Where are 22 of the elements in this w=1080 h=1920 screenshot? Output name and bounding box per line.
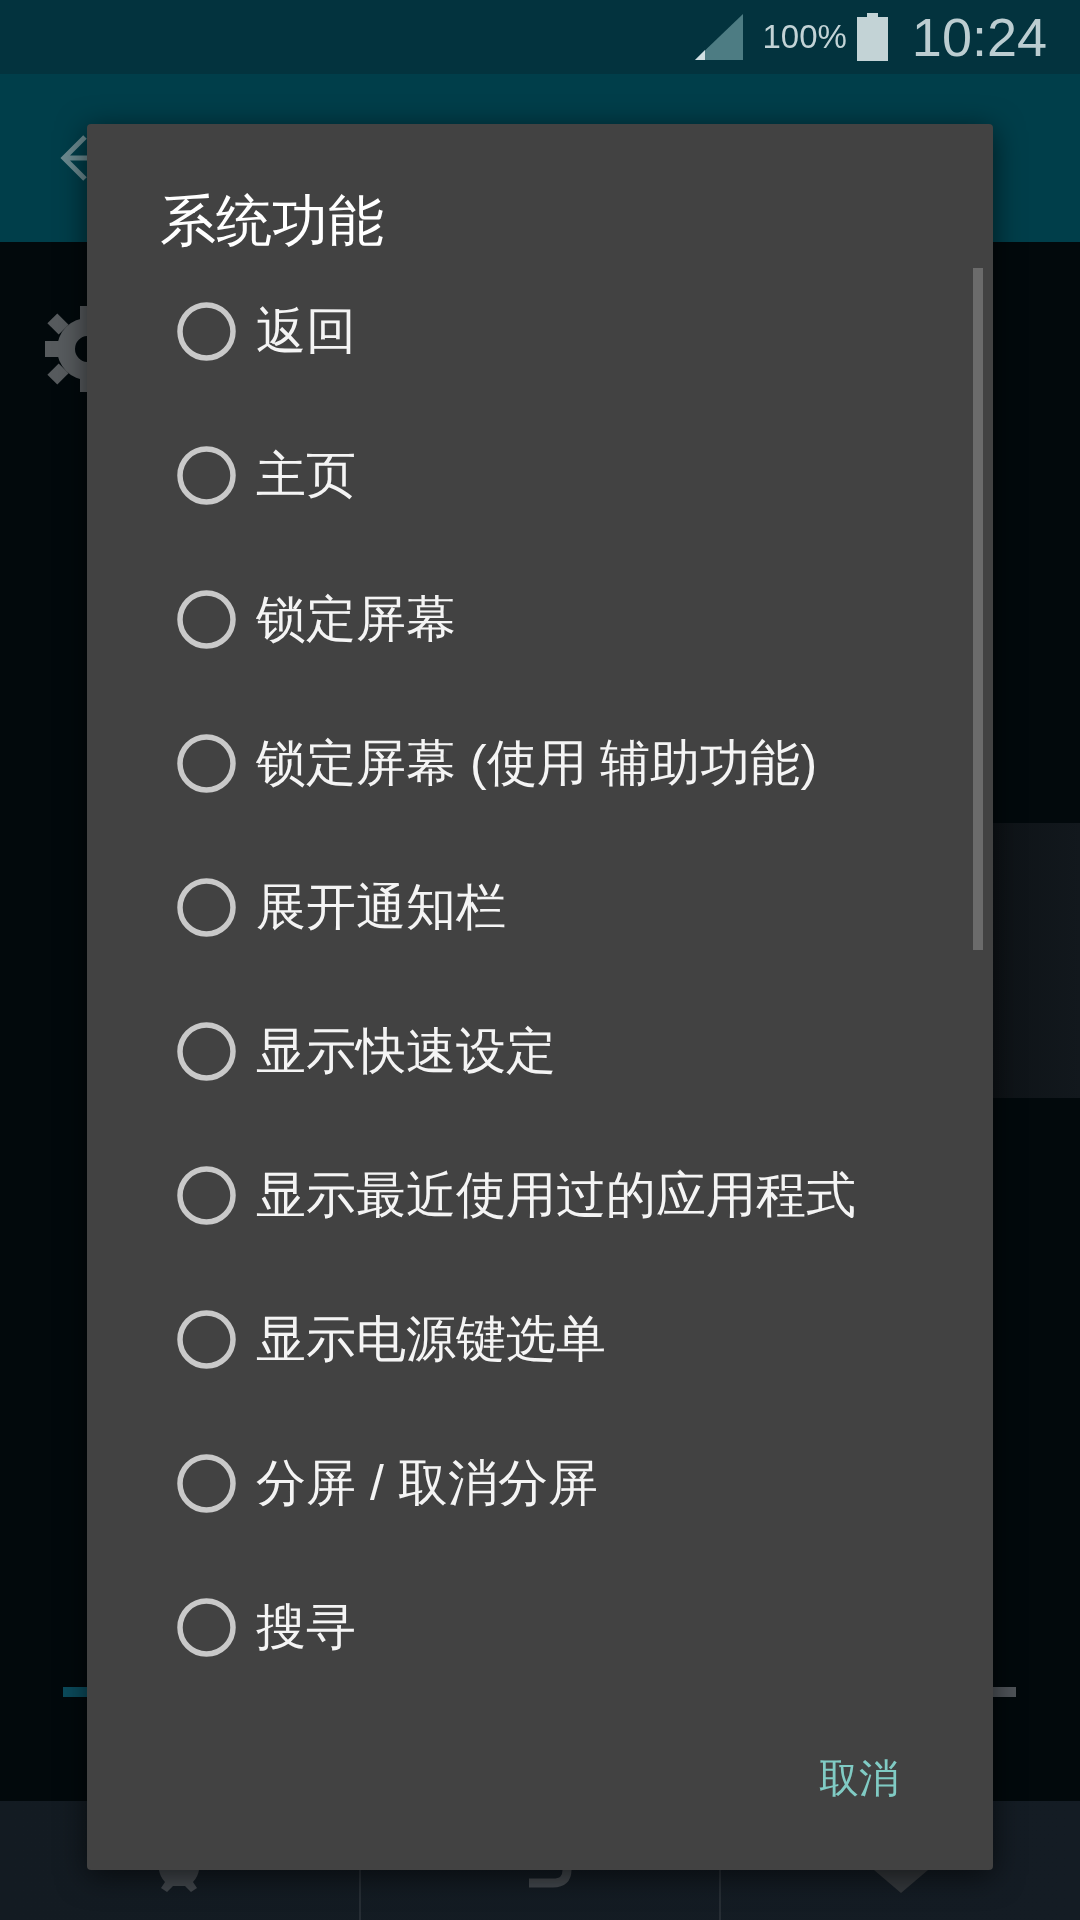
curve-icon[interactable] [527, 1870, 573, 1888]
radio-option[interactable]: 主页 [177, 441, 356, 509]
cancel-button[interactable]: 取消 [795, 1724, 923, 1832]
radio-option[interactable]: 显示快速设定 [177, 1017, 556, 1085]
slider-track [993, 1687, 1016, 1697]
slider-fill [63, 1687, 87, 1697]
triangle-icon[interactable] [873, 1870, 928, 1893]
battery-percent: 100% [762, 18, 847, 56]
battery-icon [856, 13, 888, 61]
radio-option[interactable]: 显示最近使用过的应用程式 [177, 1161, 856, 1229]
clock-time: 10:24 [911, 6, 1047, 68]
radio-option[interactable]: 返回 [177, 297, 356, 365]
radio-option[interactable]: 分屏 / 取消分屏 [177, 1449, 598, 1517]
radio-option[interactable]: 锁定屏幕 [177, 585, 456, 653]
signal-icon [695, 14, 744, 60]
dialog-title: 系统功能 [159, 188, 385, 254]
radio-option[interactable]: 搜寻 [177, 1593, 356, 1661]
gear-icon [45, 306, 87, 392]
radio-option[interactable]: 锁定屏幕 (使用 辅助功能) [177, 729, 818, 797]
radio-option[interactable]: 显示电源键选单 [177, 1305, 606, 1373]
back-arrow-icon[interactable] [60, 134, 87, 182]
radio-option[interactable]: 展开通知栏 [177, 873, 506, 941]
